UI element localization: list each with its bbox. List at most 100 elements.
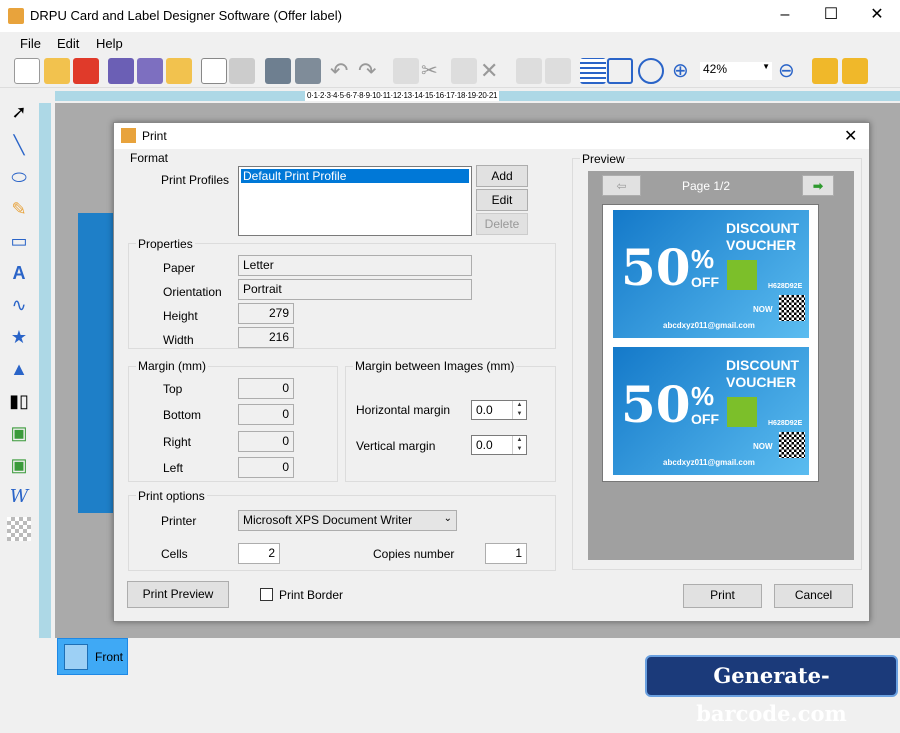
voucher-email: abcdxyz011@gmail.com [663, 458, 755, 467]
margin-images-legend: Margin between Images (mm) [353, 359, 517, 373]
close-file-icon[interactable] [73, 58, 99, 84]
voucher-email: abcdxyz011@gmail.com [663, 321, 755, 330]
edit-icon[interactable] [201, 58, 227, 84]
discount-number: 50 [621, 238, 691, 297]
close-button[interactable]: ✕ [854, 0, 900, 32]
new-icon[interactable] [14, 58, 40, 84]
label-design[interactable] [78, 213, 118, 513]
send-back-icon[interactable] [545, 58, 571, 84]
picture-library-icon[interactable]: ▣ [7, 453, 31, 477]
copy-icon[interactable] [393, 58, 419, 84]
save-as-icon[interactable] [137, 58, 163, 84]
open-icon[interactable] [44, 58, 70, 84]
triangle-icon[interactable]: ▲ [7, 357, 31, 381]
paste-icon[interactable] [451, 58, 477, 84]
print-icon[interactable] [229, 58, 255, 84]
ellipse-icon[interactable]: ⬭ [7, 165, 31, 189]
bring-front-icon[interactable] [516, 58, 542, 84]
preview-area: ⇦ Page 1/2 ➡ DISCOUNT VOUCHER 50 % OFF H… [588, 171, 854, 560]
zoom-out-icon[interactable]: ⊖ [778, 58, 804, 84]
format-legend: Format [128, 151, 171, 165]
orientation-field[interactable]: Portrait [238, 279, 472, 300]
off-text: OFF [691, 411, 719, 427]
bottom-margin-field[interactable]: 0 [238, 404, 294, 425]
save-icon[interactable] [108, 58, 134, 84]
unlock-icon[interactable] [842, 58, 868, 84]
pencil-icon[interactable]: ✎ [7, 197, 31, 221]
pattern-icon[interactable] [7, 517, 31, 541]
horizontal-margin-label: Horizontal margin [356, 403, 451, 417]
minimize-button[interactable]: – [762, 0, 808, 32]
word-art-icon[interactable]: W [7, 485, 31, 509]
export-icon[interactable] [166, 58, 192, 84]
cut-icon[interactable]: ✂ [421, 58, 447, 84]
margin-legend: Margin (mm) [136, 359, 208, 373]
spin-arrows-icon[interactable]: ▲ ▼ [512, 401, 526, 419]
cells-label: Cells [161, 547, 188, 561]
fit-icon[interactable] [607, 58, 633, 84]
next-page-button[interactable]: ➡ [802, 175, 834, 196]
qr-code-icon [779, 432, 805, 458]
lock-icon[interactable] [812, 58, 838, 84]
left-label: Left [163, 461, 184, 475]
horizontal-margin-spinner[interactable]: 0.0 ▲ ▼ [471, 400, 527, 420]
app-icon [121, 128, 136, 143]
add-button[interactable]: Add [476, 165, 528, 187]
left-margin-field[interactable]: 0 [238, 457, 294, 478]
profile-item[interactable]: Default Print Profile [241, 169, 469, 183]
cells-field[interactable]: 2 [238, 543, 280, 564]
vertical-margin-label: Vertical margin [356, 439, 436, 453]
now-text: NOW [753, 305, 773, 314]
off-text: OFF [691, 274, 719, 290]
delete-icon[interactable]: ✕ [480, 58, 506, 84]
print-button[interactable]: Print [683, 584, 762, 608]
window-title: DRPU Card and Label Designer Software (O… [30, 8, 342, 23]
paper-field[interactable]: Letter [238, 255, 472, 276]
copies-field[interactable]: 1 [485, 543, 527, 564]
grid-icon[interactable] [580, 58, 606, 84]
text-icon[interactable]: A [7, 261, 31, 285]
edit-button[interactable]: Edit [476, 189, 528, 211]
dialog-title-bar: Print ✕ [114, 123, 869, 149]
print-profiles-list[interactable]: Default Print Profile [238, 166, 472, 236]
dialog-title: Print [142, 129, 167, 143]
image-icon[interactable]: ▣ [7, 421, 31, 445]
center-icon[interactable] [638, 58, 664, 84]
vertical-margin-spinner[interactable]: 0.0 ▲ ▼ [471, 435, 527, 455]
line-icon[interactable]: ╲ [7, 133, 31, 157]
zoom-select[interactable]: 42% ▼ [700, 62, 772, 80]
curve-icon[interactable]: ∿ [7, 293, 31, 317]
database-add-icon[interactable] [265, 58, 291, 84]
rectangle-icon[interactable]: ▭ [7, 229, 31, 253]
print-preview-button[interactable]: Print Preview [127, 581, 229, 608]
arrow-left-icon: ⇦ [616, 179, 627, 193]
cancel-button[interactable]: Cancel [774, 584, 853, 608]
spin-arrows-icon[interactable]: ▲ ▼ [512, 436, 526, 454]
right-label: Right [163, 435, 192, 449]
app-icon [8, 8, 24, 24]
database-icon[interactable] [295, 58, 321, 84]
width-field[interactable]: 216 [238, 327, 294, 348]
barcode-icon[interactable]: ▮▯ [7, 389, 31, 413]
voucher-title: DISCOUNT [726, 220, 800, 236]
height-field[interactable]: 279 [238, 303, 294, 324]
redo-icon[interactable]: ↷ [358, 58, 384, 84]
maximize-button[interactable]: ☐ [808, 0, 854, 32]
delete-button[interactable]: Delete [476, 213, 528, 235]
printer-select[interactable]: Microsoft XPS Document Writer ⌄ [238, 510, 457, 531]
menu-file[interactable]: File [20, 36, 41, 51]
undo-icon[interactable]: ↶ [330, 58, 356, 84]
previous-page-button[interactable]: ⇦ [602, 175, 641, 196]
top-margin-field[interactable]: 0 [238, 378, 294, 399]
zoom-in-icon[interactable]: ⊕ [672, 58, 698, 84]
star-icon[interactable]: ★ [7, 325, 31, 349]
menu-help[interactable]: Help [96, 36, 123, 51]
tab-front[interactable]: Front [57, 638, 128, 675]
right-margin-field[interactable]: 0 [238, 431, 294, 452]
voucher-preview: DISCOUNT VOUCHER 50 % OFF H628D92E NOW a… [613, 347, 809, 475]
print-border-checkbox[interactable] [260, 588, 273, 601]
discount-number: 50 [621, 375, 691, 434]
select-icon[interactable]: ➚ [7, 100, 31, 124]
dialog-close-button[interactable]: ✕ [844, 126, 857, 146]
menu-edit[interactable]: Edit [57, 36, 79, 51]
